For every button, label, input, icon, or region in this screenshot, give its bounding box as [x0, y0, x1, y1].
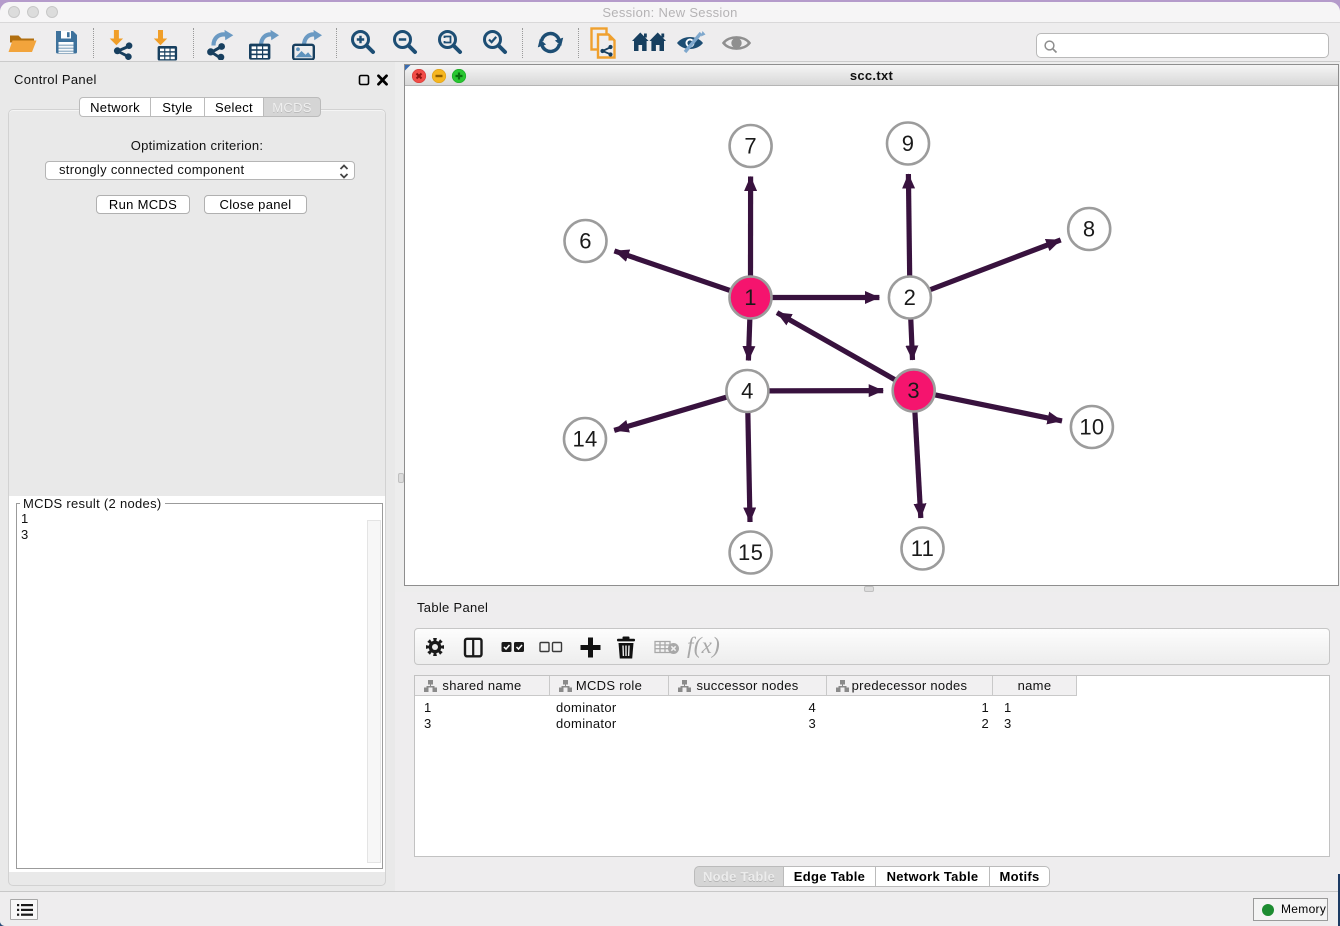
svg-text:11: 11	[911, 536, 934, 561]
svg-text:6: 6	[579, 229, 592, 254]
svg-text:14: 14	[572, 427, 597, 452]
svg-text:8: 8	[1083, 217, 1096, 242]
svg-text:2: 2	[904, 285, 917, 310]
svg-text:3: 3	[907, 378, 920, 403]
svg-text:4: 4	[741, 379, 754, 404]
svg-text:9: 9	[902, 131, 915, 156]
svg-text:10: 10	[1079, 415, 1104, 440]
svg-text:1: 1	[744, 285, 757, 310]
svg-text:15: 15	[738, 540, 763, 565]
svg-text:7: 7	[744, 134, 757, 159]
